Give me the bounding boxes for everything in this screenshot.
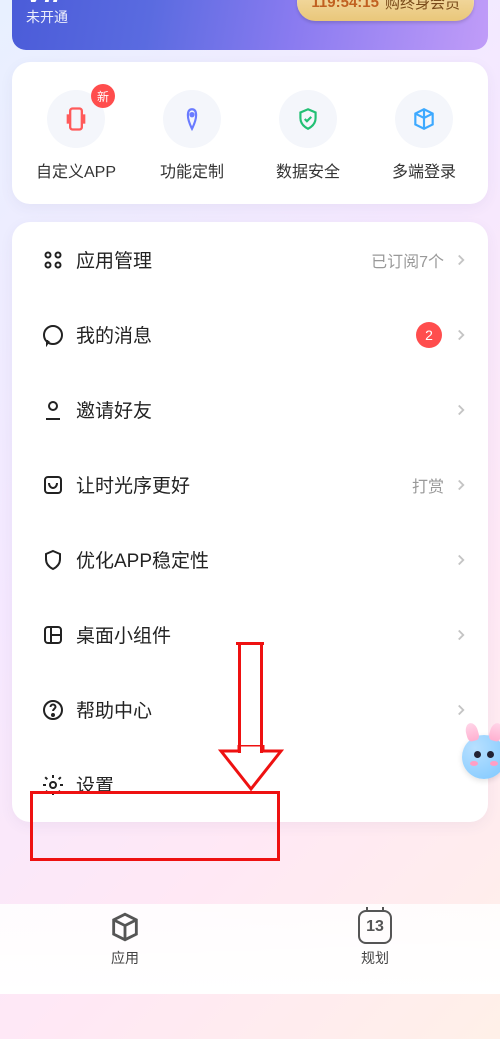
shortcuts-card: 新 自定义APP 功能定制 数据安全 多端登录 [12, 62, 488, 204]
row-optimize-stability[interactable]: 优化APP稳定性 [12, 522, 488, 597]
pen-icon [163, 90, 221, 148]
nav-plan[interactable]: 13 规划 [250, 910, 500, 994]
row-title: 应用管理 [76, 246, 371, 273]
shortcut-label: 功能定制 [160, 158, 224, 182]
shortcut-label: 自定义APP [36, 158, 116, 182]
chevron-right-icon [452, 401, 470, 419]
chevron-right-icon [452, 551, 470, 569]
row-title: 我的消息 [76, 321, 416, 348]
row-settings[interactable]: 设置 [12, 747, 488, 822]
row-trail: 打赏 [412, 473, 444, 497]
row-app-management[interactable]: 应用管理 已订阅7个 [12, 222, 488, 297]
row-title: 优化APP稳定性 [76, 546, 452, 573]
calendar-icon: 13 [358, 910, 392, 944]
vip-purchase-button[interactable]: 119:54:15 购终身会员 [297, 0, 474, 21]
row-improve-app[interactable]: 让时光序更好 打赏 [12, 447, 488, 522]
vip-cta-label: 购终身会员 [385, 0, 460, 13]
row-title: 邀请好友 [76, 396, 452, 423]
shortcut-multi-login[interactable]: 多端登录 [366, 90, 482, 182]
new-badge: 新 [91, 84, 115, 108]
settings-list: 应用管理 已订阅7个 我的消息 2 邀请好友 让时光序更好 打赏 优化APP稳定… [12, 222, 488, 822]
row-title: 设置 [76, 771, 470, 798]
calendar-day: 13 [366, 918, 384, 936]
mascot-icon[interactable] [462, 735, 500, 779]
cube-icon [395, 90, 453, 148]
shortcut-label: 数据安全 [276, 158, 340, 182]
vip-info: VIP 未开通 [26, 0, 71, 27]
chat-icon [30, 323, 76, 347]
row-title: 让时光序更好 [76, 471, 412, 498]
row-title: 桌面小组件 [76, 621, 452, 648]
help-icon [30, 698, 76, 722]
user-icon [30, 398, 76, 422]
layout-icon [30, 623, 76, 647]
chevron-right-icon [452, 701, 470, 719]
annotation-arrow [236, 642, 264, 645]
row-invite-friends[interactable]: 邀请好友 [12, 372, 488, 447]
row-my-messages[interactable]: 我的消息 2 [12, 297, 488, 372]
chevron-right-icon [452, 626, 470, 644]
row-help-center[interactable]: 帮助中心 [12, 672, 488, 747]
nav-label: 规划 [361, 948, 389, 968]
row-desktop-widget[interactable]: 桌面小组件 [12, 597, 488, 672]
nav-label: 应用 [111, 948, 139, 968]
shield-check-icon [279, 90, 337, 148]
grid-icon [30, 248, 76, 272]
cube-outline-icon [108, 910, 142, 944]
chevron-right-icon [452, 251, 470, 269]
vip-countdown: 119:54:15 [311, 0, 379, 11]
bottom-nav: 应用 13 规划 [0, 904, 500, 994]
shortcut-label: 多端登录 [392, 158, 456, 182]
shortcut-custom-app[interactable]: 新 自定义APP [18, 90, 134, 182]
shield-icon [30, 548, 76, 572]
phone-icon: 新 [47, 90, 105, 148]
unread-count-badge: 2 [416, 322, 442, 348]
nav-app[interactable]: 应用 [0, 910, 250, 994]
shortcut-data-security[interactable]: 数据安全 [250, 90, 366, 182]
shortcut-feature-customize[interactable]: 功能定制 [134, 90, 250, 182]
chevron-right-icon [452, 476, 470, 494]
vip-banner[interactable]: VIP 未开通 119:54:15 购终身会员 [12, 0, 488, 50]
row-title: 帮助中心 [76, 696, 452, 723]
pocket-icon [30, 473, 76, 497]
chevron-right-icon [452, 326, 470, 344]
row-trail: 已订阅7个 [371, 248, 444, 272]
gear-icon [30, 773, 76, 797]
vip-status: 未开通 [26, 7, 71, 27]
